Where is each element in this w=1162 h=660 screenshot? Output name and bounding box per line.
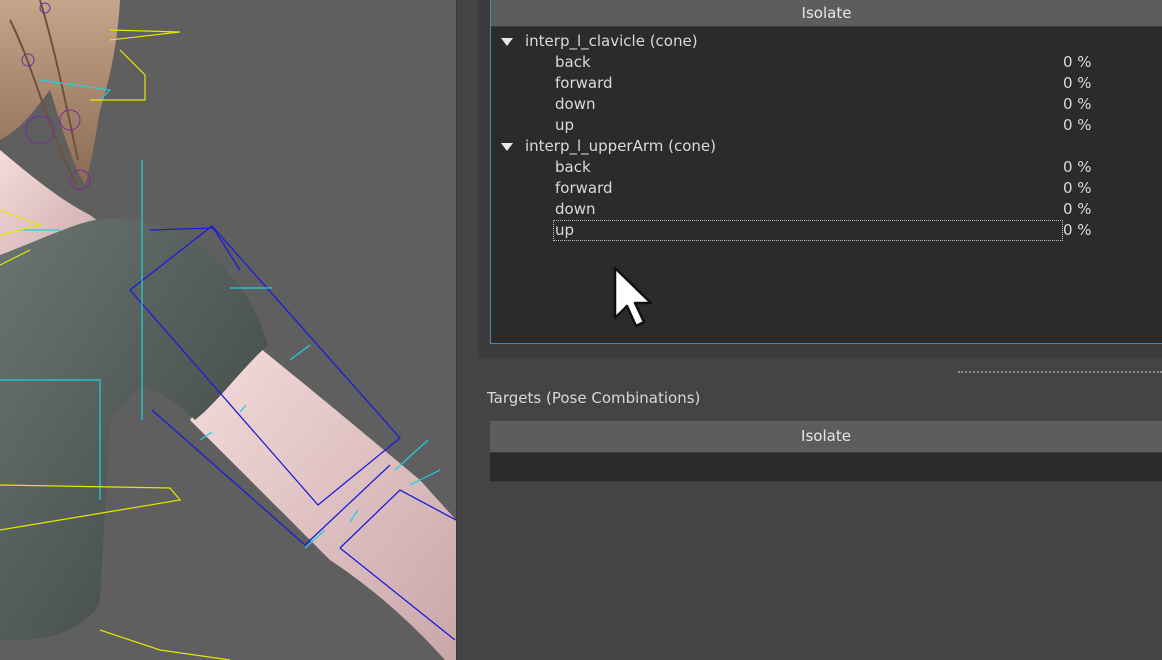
item-label: back — [555, 53, 591, 71]
item-value: 0 % — [1063, 116, 1092, 134]
targets-section-label: Targets (Pose Combinations) — [487, 389, 701, 407]
focus-outline — [553, 220, 1063, 241]
mouse-pointer-icon — [613, 266, 653, 328]
item-value: 0 % — [1063, 221, 1092, 239]
arm-skin — [190, 340, 456, 660]
triangle-down-icon[interactable] — [501, 38, 513, 46]
targets-isolate-header[interactable]: Isolate — [490, 421, 1162, 453]
pose-panel: Isolate interp_l_clavicle (cone) back 0 … — [478, 0, 1162, 660]
item-value: 0 % — [1063, 179, 1092, 197]
item-value: 0 % — [1063, 200, 1092, 218]
item-label: back — [555, 158, 591, 176]
3d-viewport[interactable] — [0, 0, 456, 660]
item-value: 0 % — [1063, 74, 1092, 92]
tree-item-clavicle-down[interactable]: down 0 % — [491, 94, 1162, 115]
item-value: 0 % — [1063, 158, 1092, 176]
tree-item-upperarm-down[interactable]: down 0 % — [491, 199, 1162, 220]
tree-item-clavicle-back[interactable]: back 0 % — [491, 52, 1162, 73]
isolate-column-header[interactable]: Isolate — [491, 0, 1162, 27]
tree-item-upperarm-forward[interactable]: forward 0 % — [491, 178, 1162, 199]
tree-item-upperarm-up[interactable]: up 0 % — [491, 220, 1162, 241]
item-value: 0 % — [1063, 95, 1092, 113]
tree-item-clavicle-up[interactable]: up 0 % — [491, 115, 1162, 136]
targets-list[interactable]: Isolate — [490, 421, 1162, 660]
item-value: 0 % — [1063, 53, 1092, 71]
pose-tree-frame: Isolate interp_l_clavicle (cone) back 0 … — [478, 0, 1162, 358]
pose-tree-body: interp_l_clavicle (cone) back 0 % forwar… — [491, 28, 1162, 343]
item-label: forward — [555, 179, 613, 197]
item-label: up — [555, 116, 575, 134]
group-label: interp_l_upperArm (cone) — [525, 137, 716, 155]
tree-group-upperarm[interactable]: interp_l_upperArm (cone) — [491, 136, 1162, 157]
targets-empty-row[interactable] — [490, 453, 1162, 482]
hair — [0, 0, 120, 185]
group-label: interp_l_clavicle (cone) — [525, 32, 698, 50]
triangle-down-icon[interactable] — [501, 143, 513, 151]
viewport-scene — [0, 0, 456, 660]
item-label: down — [555, 95, 596, 113]
section-resize-handle[interactable] — [958, 371, 1162, 373]
tree-group-clavicle[interactable]: interp_l_clavicle (cone) — [491, 31, 1162, 52]
item-label: down — [555, 200, 596, 218]
item-label: up — [555, 221, 575, 239]
pose-tree[interactable]: Isolate interp_l_clavicle (cone) back 0 … — [490, 0, 1162, 344]
viewport-panel-splitter[interactable] — [456, 0, 479, 660]
tree-item-clavicle-forward[interactable]: forward 0 % — [491, 73, 1162, 94]
tree-item-upperarm-back[interactable]: back 0 % — [491, 157, 1162, 178]
item-label: forward — [555, 74, 613, 92]
